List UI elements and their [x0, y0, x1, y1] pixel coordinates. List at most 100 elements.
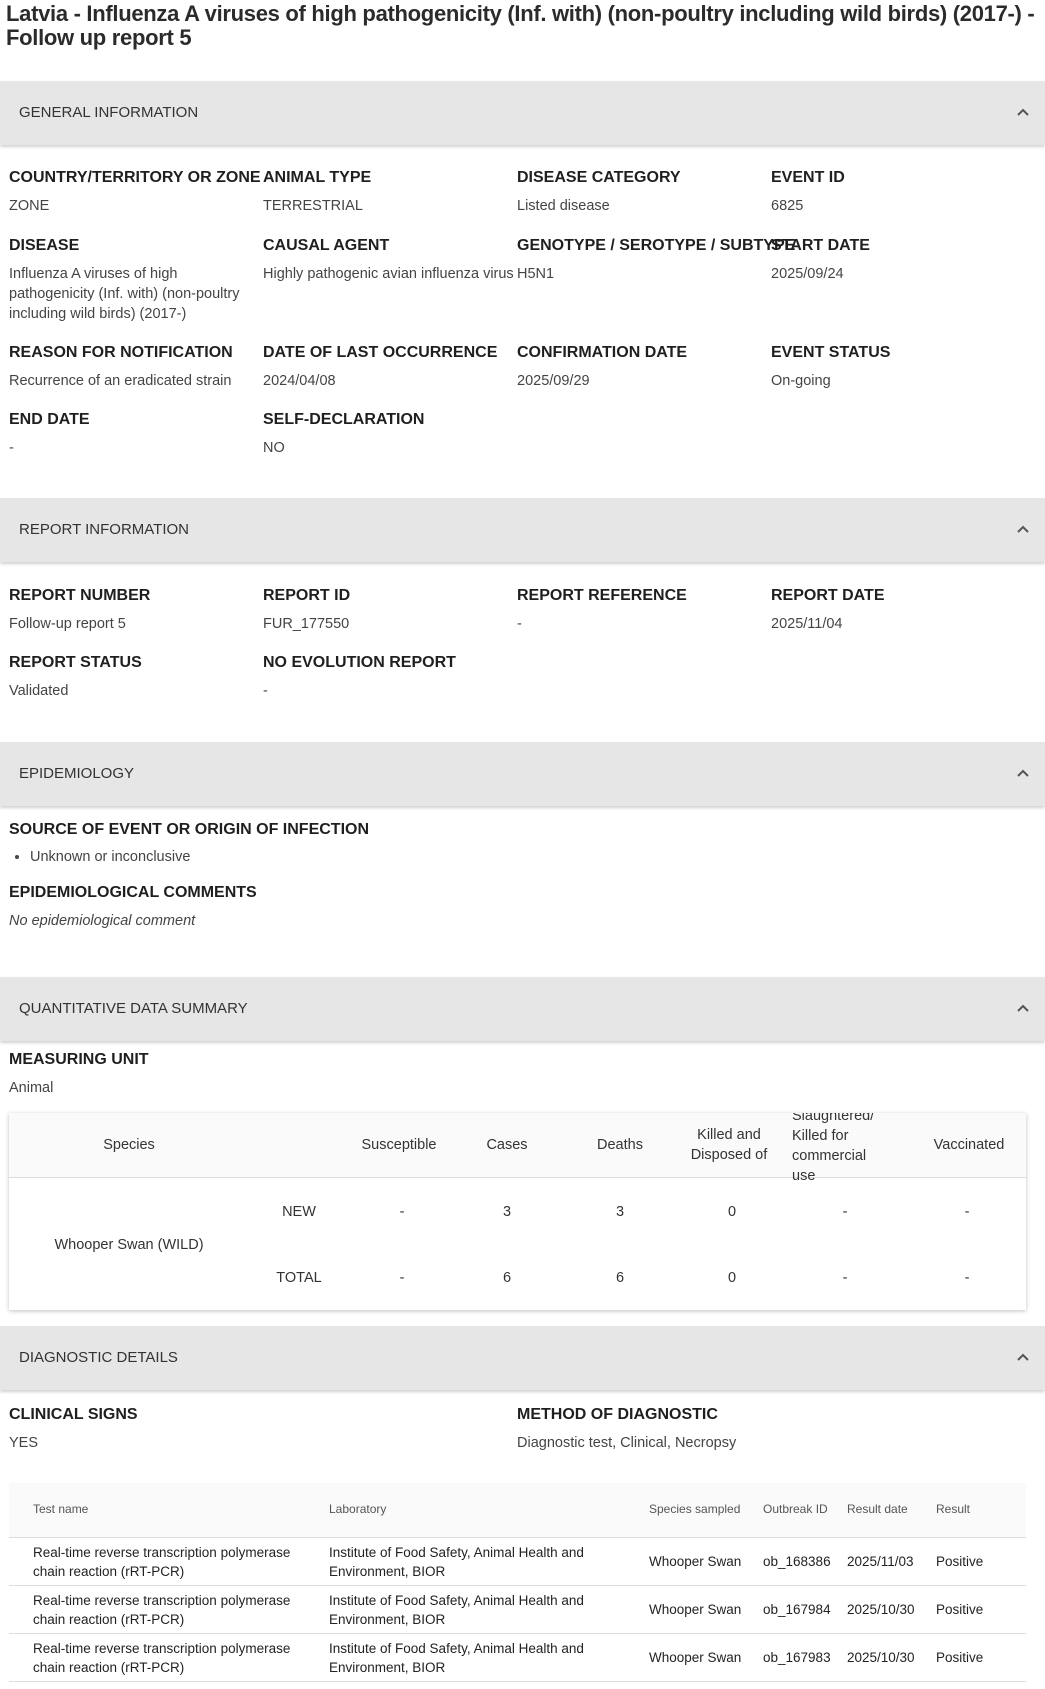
column-header: Deaths [597, 1137, 643, 1153]
column-header: Result [936, 1502, 971, 1516]
general-information-header[interactable]: GENERAL INFORMATION [0, 81, 1045, 145]
column-header: Species [103, 1137, 155, 1153]
field-label: COUNTRY/TERRITORY OR ZONE [9, 169, 261, 186]
column-header: Killed and Disposed of [690, 1127, 768, 1163]
table-cell: Whooper Swan [649, 1602, 742, 1617]
end-date-field: END DATE - [9, 410, 263, 458]
species-cell: Whooper Swan (WILD) [54, 1237, 204, 1253]
chevron-up-icon[interactable] [1015, 766, 1031, 782]
field-value: On-going [771, 373, 831, 389]
field-label: CONFIRMATION DATE [517, 344, 688, 361]
field-label: EVENT STATUS [771, 344, 891, 361]
field-label: START DATE [771, 237, 870, 254]
field-value: - [517, 616, 522, 632]
table-cell: ob_167984 [763, 1602, 831, 1617]
field-label: EVENT ID [771, 169, 845, 186]
event-id-field: EVENT ID 6825 [771, 168, 1025, 216]
no-evolution-field: NO EVOLUTION REPORT - [263, 653, 517, 701]
table-cell: 3 [502, 1204, 512, 1220]
report-information-header[interactable]: REPORT INFORMATION [0, 498, 1045, 562]
field-label: EPIDEMIOLOGICAL COMMENTS [9, 884, 257, 901]
table-cell: Institute of Food Safety, Animal Health … [329, 1545, 584, 1579]
field-label: DATE OF LAST OCCURRENCE [263, 344, 498, 361]
field-label: REPORT STATUS [9, 654, 142, 671]
animal-type-field: ANIMAL TYPE TERRESTRIAL [263, 168, 517, 216]
table-cell: 6 [615, 1270, 625, 1286]
table-cell: 0 [727, 1270, 737, 1286]
field-label: END DATE [9, 411, 90, 428]
field-label: SELF-DECLARATION [263, 411, 425, 428]
field-value: Recurrence of an eradicated strain [9, 373, 232, 389]
column-header: Susceptible [361, 1137, 437, 1153]
field-value: YES [9, 1435, 39, 1451]
field-value: Highly pathogenic avian influenza virus [263, 266, 514, 282]
section-title: GENERAL INFORMATION [19, 104, 199, 121]
chevron-up-icon[interactable] [1015, 1350, 1031, 1366]
field-value: - [263, 683, 268, 699]
epidemiology-header[interactable]: EPIDEMIOLOGY [0, 742, 1045, 806]
field-value: Animal [9, 1080, 54, 1096]
field-label: METHOD OF DIAGNOSTIC [517, 1406, 718, 1423]
table-cell: Real-time reverse transcription polymera… [33, 1545, 291, 1579]
field-label: DISEASE CATEGORY [517, 169, 681, 186]
table-cell: Whooper Swan [649, 1554, 742, 1569]
field-value: 2025/09/24 [771, 266, 844, 282]
field-value: Influenza A viruses of high pathogenicit… [9, 266, 240, 322]
report-number-field: REPORT NUMBER Follow-up report 5 [9, 586, 263, 634]
field-label: REPORT ID [263, 587, 351, 604]
table-cell: 0 [727, 1204, 737, 1220]
reason-field: REASON FOR NOTIFICATION Recurrence of an… [9, 343, 263, 391]
table-cell: 6 [502, 1270, 512, 1286]
table-cell: Whooper Swan [649, 1650, 742, 1665]
country-field: COUNTRY/TERRITORY OR ZONE ZONE [9, 168, 263, 216]
field-value: FUR_177550 [263, 616, 350, 632]
chevron-up-icon[interactable] [1015, 1001, 1031, 1017]
column-header: Slaughtered/ Killed for commercial use [792, 1113, 875, 1184]
field-value: Listed disease [517, 198, 610, 214]
genotype-field: GENOTYPE / SEROTYPE / SUBTYPE H5N1 [517, 236, 795, 284]
table-cell: ob_168386 [763, 1554, 831, 1569]
section-title: DIAGNOSTIC DETAILS [19, 1349, 178, 1366]
table-cell: - [399, 1270, 405, 1286]
field-value: 2025/09/29 [517, 373, 590, 389]
table-row: Real-time reverse transcription polymera… [9, 1634, 1026, 1682]
field-label: REPORT REFERENCE [517, 587, 687, 604]
diagnostic-details-header[interactable]: DIAGNOSTIC DETAILS [0, 1326, 1045, 1390]
clinical-signs-field: CLINICAL SIGNS YES [9, 1405, 263, 1453]
event-status-field: EVENT STATUS On-going [771, 343, 1025, 391]
field-label: REASON FOR NOTIFICATION [9, 344, 233, 361]
field-value: Validated [9, 683, 69, 699]
column-header: Species sampled [649, 1502, 741, 1516]
diagnostic-table: Test name Laboratory Species sampled Out… [9, 1483, 1026, 1689]
table-cell: Real-time reverse transcription polymera… [33, 1641, 291, 1675]
field-value: - [9, 440, 14, 456]
field-label: ANIMAL TYPE [263, 169, 372, 186]
field-value: 6825 [771, 198, 804, 214]
table-row: Real-time reverse transcription polymera… [9, 1586, 1026, 1634]
report-reference-field: REPORT REFERENCE - [517, 586, 771, 634]
page-title: Latvia - Influenza A viruses of high pat… [6, 1, 1035, 50]
column-header: Laboratory [329, 1502, 387, 1516]
confirmation-date-field: CONFIRMATION DATE 2025/09/29 [517, 343, 771, 391]
column-header: Vaccinated [933, 1137, 1005, 1153]
field-value: 2025/11/04 [771, 616, 843, 632]
field-value: Follow-up report 5 [9, 616, 126, 632]
chevron-up-icon[interactable] [1015, 522, 1031, 538]
table-header: Species Susceptible Cases Deaths Killed … [9, 1113, 1026, 1184]
table-cell: Positive [936, 1602, 984, 1617]
quantitative-summary-header[interactable]: QUANTITATIVE DATA SUMMARY [0, 977, 1045, 1041]
table-cell: Positive [936, 1554, 984, 1569]
table-cell: - [842, 1204, 848, 1220]
chevron-up-icon[interactable] [1015, 105, 1031, 121]
field-value: H5N1 [517, 266, 555, 282]
epi-comments-field: EPIDEMIOLOGICAL COMMENTS No epidemiologi… [9, 883, 609, 931]
table-cell: 3 [615, 1204, 625, 1220]
table-header: Test name Laboratory Species sampled Out… [9, 1483, 1026, 1538]
field-value: Diagnostic test, Clinical, Necropsy [517, 1435, 737, 1451]
table-cell: - [842, 1270, 848, 1286]
self-declaration-field: SELF-DECLARATION NO [263, 410, 517, 458]
row-label: TOTAL [276, 1270, 322, 1286]
field-value: TERRESTRIAL [263, 198, 363, 214]
table-cell: 2025/10/30 [847, 1650, 915, 1665]
table-cell: - [399, 1204, 405, 1220]
